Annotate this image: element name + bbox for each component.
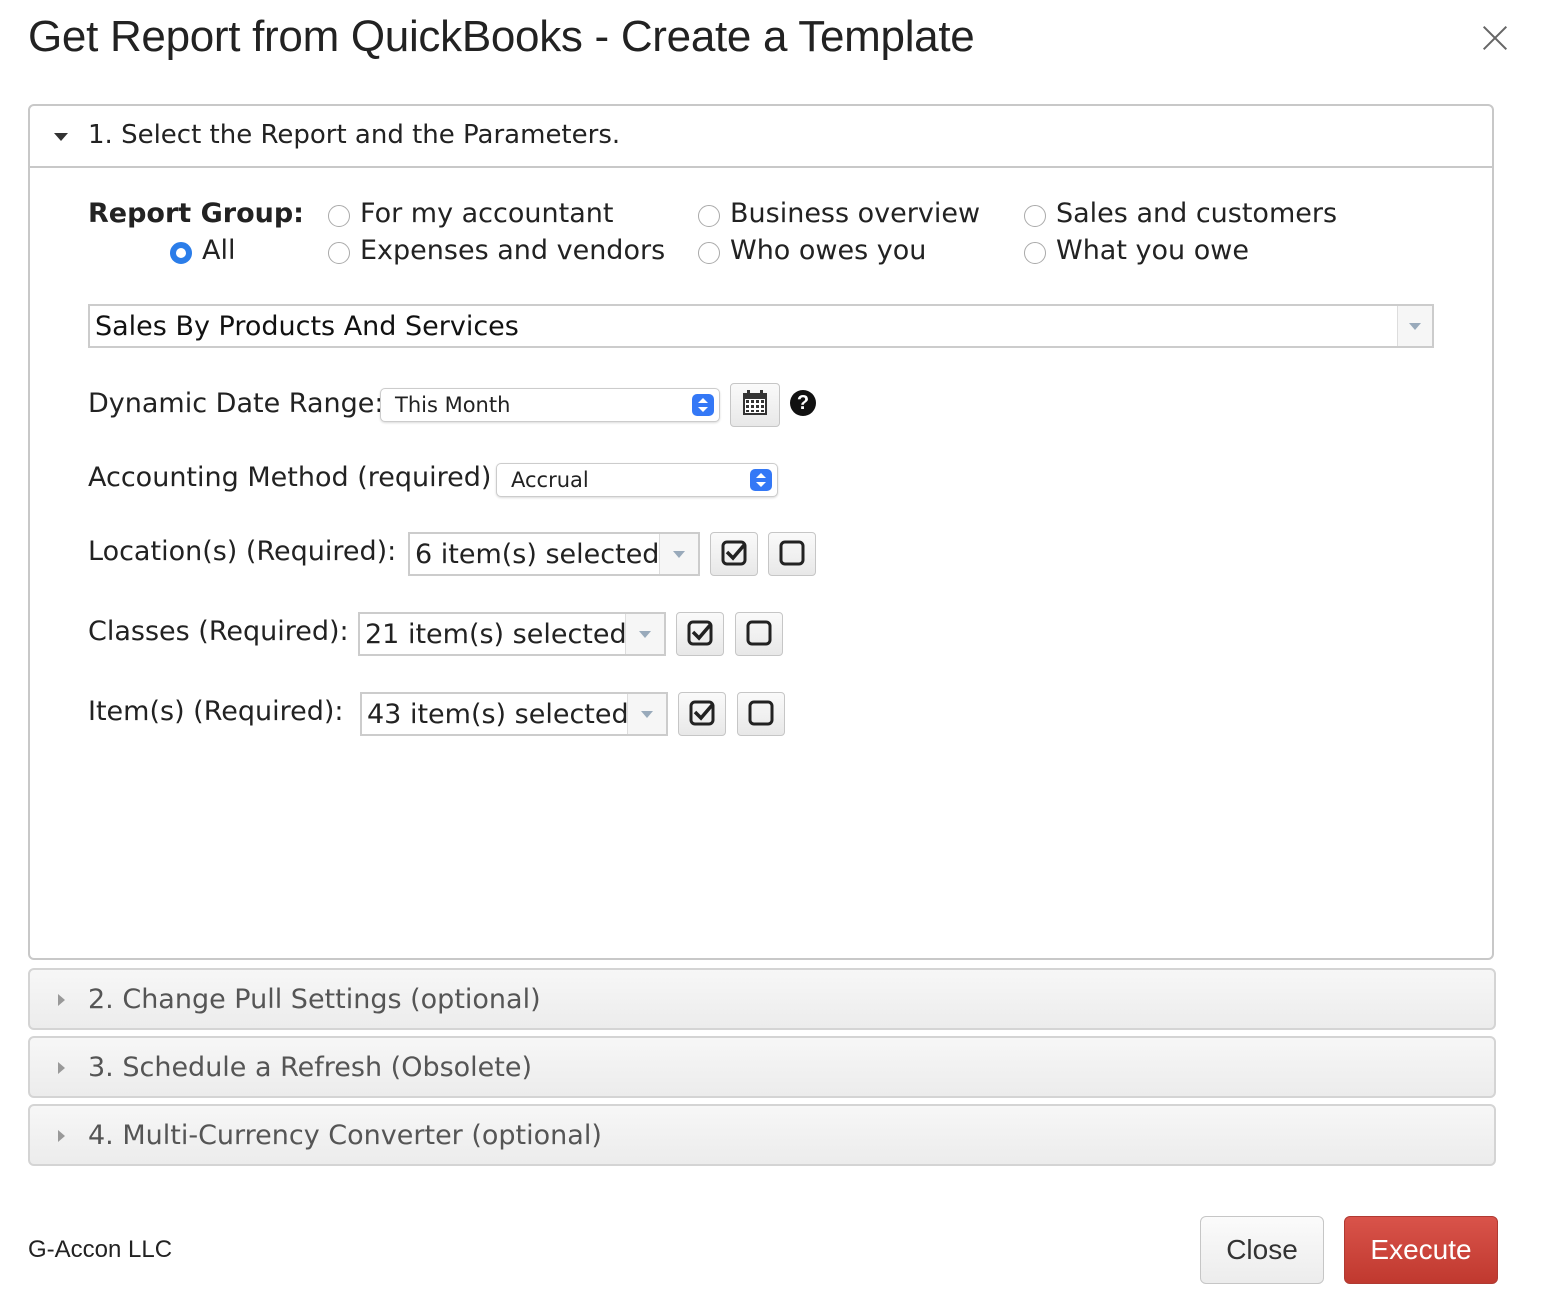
section-pull-settings[interactable]: 2. Change Pull Settings (optional)	[28, 968, 1496, 1030]
locations-arrow[interactable]	[659, 534, 698, 574]
report-select-value: Sales By Products And Services	[95, 311, 519, 342]
close-icon[interactable]	[1478, 20, 1512, 56]
radio-expenses-and-vendors[interactable]	[328, 242, 350, 264]
checkbox-empty-icon	[746, 620, 772, 646]
items-label: Item(s) (Required):	[88, 696, 344, 727]
calendar-button[interactable]	[730, 383, 780, 427]
radio-label-sales-and-customers: Sales and customers	[1056, 198, 1338, 229]
classes-value: 21 item(s) selected	[365, 619, 627, 650]
radio-who-owes-you[interactable]	[698, 242, 720, 264]
close-button[interactable]: Close	[1200, 1216, 1324, 1284]
execute-button[interactable]: Execute	[1344, 1216, 1498, 1284]
locations-value: 6 item(s) selected	[415, 539, 660, 570]
checkbox-checked-icon	[687, 620, 713, 646]
accounting-method-value: Accrual	[511, 468, 589, 492]
checkbox-checked-icon	[689, 700, 715, 726]
collapse-arrow-icon	[54, 133, 68, 141]
section-1-header[interactable]: 1. Select the Report and the Parameters.	[30, 106, 1492, 168]
chevron-down-icon	[673, 551, 685, 558]
date-range-label: Dynamic Date Range:	[88, 388, 384, 419]
items-arrow[interactable]	[627, 694, 666, 734]
classes-select-all-button[interactable]	[676, 612, 724, 656]
expand-arrow-icon	[58, 994, 65, 1006]
expand-arrow-icon	[58, 1130, 65, 1142]
select-stepper-icon	[692, 394, 714, 416]
radio-label-expenses-and-vendors: Expenses and vendors	[360, 235, 666, 266]
section-3-title: 3. Schedule a Refresh (Obsolete)	[88, 1052, 533, 1083]
items-multiselect[interactable]: 43 item(s) selected	[360, 692, 668, 736]
checkbox-empty-icon	[779, 540, 805, 566]
section-select-report: 1. Select the Report and the Parameters.…	[28, 104, 1494, 960]
chevron-down-icon	[641, 711, 653, 718]
date-range-value: This Month	[395, 393, 511, 417]
classes-arrow[interactable]	[625, 614, 664, 654]
radio-for-my-accountant[interactable]	[328, 205, 350, 227]
help-icon[interactable]: ?	[790, 390, 816, 416]
items-clear-button[interactable]	[737, 692, 785, 736]
radio-label-who-owes-you: Who owes you	[730, 235, 927, 266]
items-value: 43 item(s) selected	[367, 699, 629, 730]
chevron-down-icon	[1409, 323, 1421, 330]
classes-multiselect[interactable]: 21 item(s) selected	[358, 612, 666, 656]
classes-label: Classes (Required):	[88, 616, 349, 647]
section-schedule-refresh[interactable]: 3. Schedule a Refresh (Obsolete)	[28, 1036, 1496, 1098]
select-stepper-icon	[750, 469, 772, 491]
radio-label-business-overview: Business overview	[730, 198, 981, 229]
checkbox-checked-icon	[721, 540, 747, 566]
locations-select-all-button[interactable]	[710, 532, 758, 576]
section-4-title: 4. Multi-Currency Converter (optional)	[88, 1120, 602, 1151]
locations-clear-button[interactable]	[768, 532, 816, 576]
radio-all[interactable]	[170, 242, 192, 264]
section-2-title: 2. Change Pull Settings (optional)	[88, 984, 541, 1015]
report-select[interactable]: Sales By Products And Services	[88, 304, 1434, 348]
radio-sales-and-customers[interactable]	[1024, 205, 1046, 227]
date-range-select[interactable]: This Month	[380, 388, 720, 422]
chevron-down-icon	[639, 631, 651, 638]
report-group-label: Report Group:	[88, 198, 304, 229]
locations-multiselect[interactable]: 6 item(s) selected	[408, 532, 700, 576]
checkbox-empty-icon	[748, 700, 774, 726]
accounting-method-select[interactable]: Accrual	[496, 463, 778, 497]
radio-what-you-owe[interactable]	[1024, 242, 1046, 264]
expand-arrow-icon	[58, 1062, 65, 1074]
section-1-title: 1. Select the Report and the Parameters.	[88, 120, 621, 150]
brand-label: G-Accon LLC	[28, 1236, 173, 1263]
dialog-title: Get Report from QuickBooks - Create a Te…	[28, 12, 975, 61]
radio-label-all: All	[202, 235, 236, 266]
calendar-icon	[743, 390, 767, 415]
radio-label-what-you-owe: What you owe	[1056, 235, 1249, 266]
classes-clear-button[interactable]	[735, 612, 783, 656]
locations-label: Location(s) (Required):	[88, 536, 397, 567]
items-select-all-button[interactable]	[678, 692, 726, 736]
section-multi-currency[interactable]: 4. Multi-Currency Converter (optional)	[28, 1104, 1496, 1166]
radio-business-overview[interactable]	[698, 205, 720, 227]
report-select-arrow[interactable]	[1397, 306, 1432, 346]
accounting-method-label: Accounting Method (required)	[88, 462, 492, 493]
radio-label-for-my-accountant: For my accountant	[360, 198, 614, 229]
